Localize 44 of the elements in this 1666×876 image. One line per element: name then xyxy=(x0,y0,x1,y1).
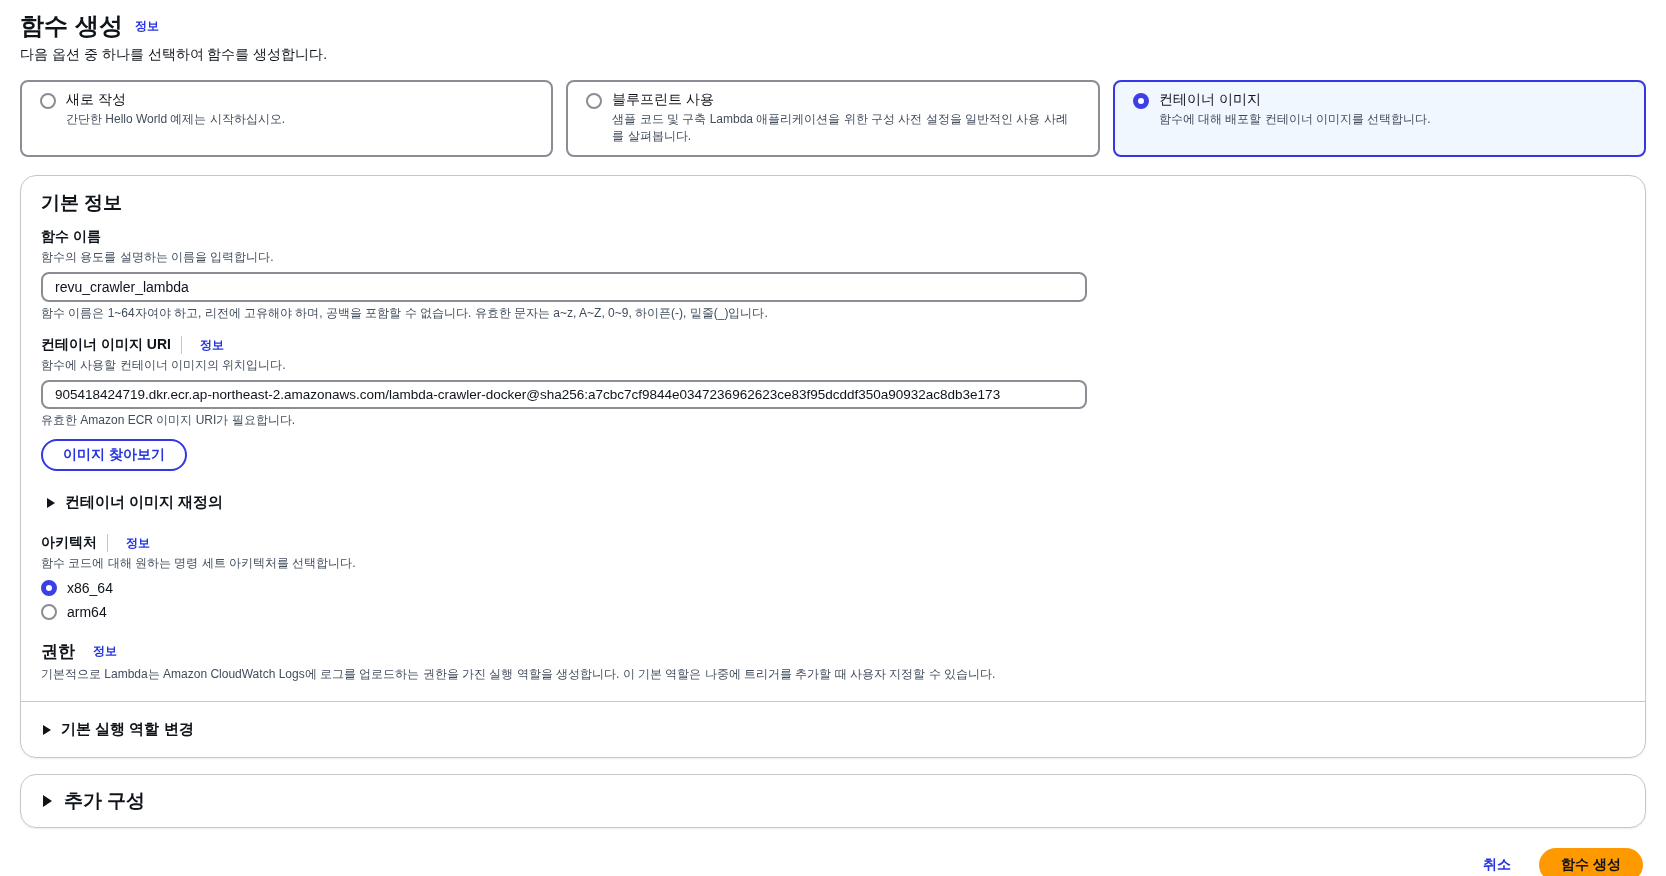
section-title: 기본 정보 xyxy=(41,191,124,215)
radio-button[interactable] xyxy=(40,93,56,109)
info-link[interactable]: 정보 xyxy=(199,336,224,354)
info-link[interactable]: 정보 xyxy=(93,643,117,660)
cancel-link[interactable]: 취소 xyxy=(1483,856,1512,874)
expander[interactable]: 기본 실행 역할 변경 xyxy=(21,702,1645,757)
option-description: 샘플 코드 및 구축 Lambda 애플리케이션을 위한 구성 사전 설정을 일반적인 사용 사례를 살펴봅니다. xyxy=(612,111,1069,145)
radio-button[interactable] xyxy=(586,93,603,109)
section-title: 권한 xyxy=(41,641,75,663)
info-link[interactable]: 정보 xyxy=(134,17,159,35)
permissions-description: 기본적으로 Lambda는 Amazon CloudWatch Logs에 로그를 업로드하는 권한을 가진 실행 역할을 생성합니다. 이 기본 역할은 나중에 트리거를 추가할 때 사용자 지정할 수 있습니다. xyxy=(41,666,997,683)
field-constraint: 함수 이름은 1~64자여야 하고, 리전에 고유해야 하며, 공백을 포함할 수 없습니다. 유효한 문자는 a~z, A~Z, 0~9, 하이픈(-), 밑줄(_)입니다. xyxy=(41,305,769,322)
page-title: 함수 생성 xyxy=(20,11,123,41)
field-description: 함수에 사용할 컨테이너 이미지의 위치입니다. xyxy=(41,357,287,374)
option-title: 블루프린트 사용 xyxy=(612,91,716,109)
option-title: 새로 작성 xyxy=(66,91,127,109)
function-name-field[interactable]: revu_crawler_lambda xyxy=(41,272,1087,302)
field-hint: 유효한 Amazon ECR 이미지 URI가 필요합니다. xyxy=(41,412,297,429)
caret-icon xyxy=(43,724,51,735)
option-card[interactable]: 블루프린트 사용 샘플 코드 및 구축 Lambda 애플리케이션을 위한 구성 사전 설정을 일반적인 사용 사례를 살펴봅니다. xyxy=(566,80,1100,157)
radio-label: arm64 xyxy=(67,604,107,620)
radio-button[interactable] xyxy=(1132,93,1149,109)
image-uri-field[interactable]: 905418424719.dkr.ecr.ap-northeast-2.amazonaws.com/lambda-crawler-docker@sha256:a7cbc7cf9844e0347236962623ce83f95dcddf350a90932ac8db3e173 xyxy=(41,380,1087,409)
expander[interactable]: 추가 구성 xyxy=(20,774,1646,828)
browse-images-button[interactable]: 이미지 찾아보기 xyxy=(41,439,187,471)
page-description: 다음 옵션 중 하나를 선택하여 함수를 생성합니다. xyxy=(20,46,329,64)
expander[interactable]: 컨테이너 이미지 재정의 xyxy=(47,493,1625,512)
radio-button[interactable] xyxy=(41,580,57,596)
option-card[interactable]: 새로 작성 간단한 Hello World 예제는 시작하십시오. xyxy=(20,80,554,157)
field-label: 컨테이너 이미지 URI xyxy=(41,336,171,354)
caret-icon xyxy=(47,497,55,508)
option-card[interactable]: 컨테이너 이미지 함수에 대해 배포할 컨테이너 이미지를 선택합니다. xyxy=(1112,80,1646,157)
info-link[interactable]: 정보 xyxy=(126,534,150,552)
create-function-button[interactable]: 함수 생성 xyxy=(1539,848,1643,876)
field-label: 아키텍처 xyxy=(41,534,97,552)
option-description: 간단한 Hello World 예제는 시작하십시오. xyxy=(66,111,286,128)
field-label: 함수 이름 xyxy=(41,228,102,246)
radio-label: x86_64 xyxy=(67,580,113,596)
field-description: 함수 코드에 대해 원하는 명령 세트 아키텍처를 선택합니다. xyxy=(41,555,357,572)
radio-button[interactable] xyxy=(41,604,57,620)
field-description: 함수의 용도를 설명하는 이름을 입력합니다. xyxy=(41,249,275,266)
caret-icon xyxy=(43,795,52,807)
option-description: 함수에 대해 배포할 컨테이너 이미지를 선택합니다. xyxy=(1158,111,1431,128)
option-title: 컨테이너 이미지 xyxy=(1158,91,1262,109)
